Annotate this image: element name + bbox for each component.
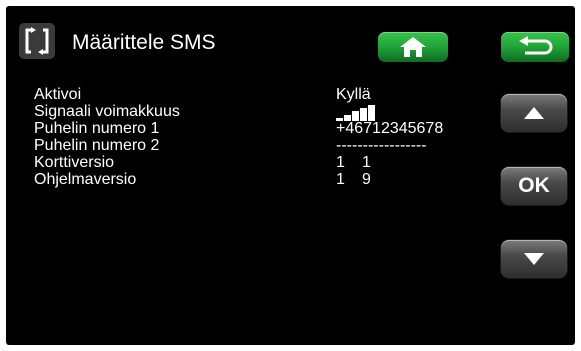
row-aktivoi[interactable]: Aktivoi Kyllä — [34, 86, 494, 103]
param-label: Puhelin numero 2 — [34, 137, 160, 154]
row-phone-2[interactable]: Puhelin numero 2 ----------------- — [34, 137, 494, 154]
param-label: Ohjelmaversio — [34, 171, 137, 188]
row-card-version: Korttiversio 1 1 — [34, 154, 494, 171]
row-program-version: Ohjelmaversio 1 9 — [34, 171, 494, 188]
back-button[interactable] — [501, 32, 569, 62]
param-label: Korttiversio — [34, 154, 115, 171]
home-icon — [400, 37, 426, 57]
display-screen: Määrittele SMS Aktivoi Kyllä Signaali vo… — [6, 6, 575, 345]
param-value: 1 — [336, 171, 345, 188]
param-value: +46712345678 — [336, 120, 444, 137]
menu-bracket-arrows-icon — [18, 22, 56, 60]
param-label: Signaali voimakkuus — [34, 103, 180, 120]
down-button[interactable] — [501, 240, 567, 278]
signal-strength-icon — [336, 105, 396, 121]
arrow-down-icon — [524, 253, 544, 265]
back-arrow-icon — [519, 36, 553, 55]
param-value: 1 — [336, 154, 345, 171]
row-signal-strength: Signaali voimakkuus — [34, 103, 494, 121]
param-value-2: 1 — [362, 154, 371, 171]
page-title: Määrittele SMS — [72, 31, 216, 54]
param-value-2: 9 — [362, 171, 371, 188]
param-label: Aktivoi — [34, 86, 82, 103]
ok-button[interactable]: OK — [501, 167, 567, 205]
row-phone-1[interactable]: Puhelin numero 1 +46712345678 — [34, 120, 494, 137]
arrow-up-icon — [524, 107, 544, 119]
param-value: ----------------- — [336, 137, 427, 154]
param-value: Kyllä — [336, 86, 371, 103]
home-button[interactable] — [378, 32, 448, 62]
parameter-list: Aktivoi Kyllä Signaali voimakkuus Puheli… — [34, 86, 494, 188]
up-button[interactable] — [501, 94, 567, 132]
param-label: Puhelin numero 1 — [34, 120, 160, 137]
